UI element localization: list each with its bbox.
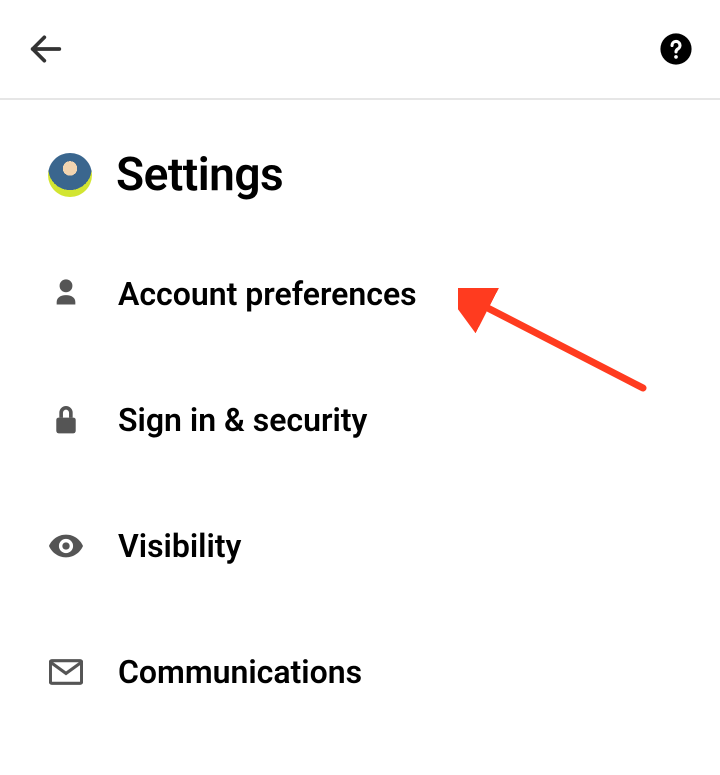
page-header: Settings xyxy=(0,100,720,202)
settings-menu: Account preferences Sign in & security V… xyxy=(0,258,720,762)
arrow-left-icon xyxy=(26,29,66,69)
help-circle-icon xyxy=(659,32,693,66)
menu-item-label: Sign in & security xyxy=(118,401,367,439)
menu-item-account-preferences[interactable]: Account preferences xyxy=(48,258,720,330)
menu-item-label: Visibility xyxy=(118,527,241,565)
menu-item-label: Communications xyxy=(118,653,362,691)
menu-item-communications[interactable]: Communications xyxy=(48,636,720,708)
eye-icon xyxy=(48,528,84,564)
back-button[interactable] xyxy=(24,27,68,71)
help-button[interactable] xyxy=(656,29,696,69)
menu-item-sign-in-security[interactable]: Sign in & security xyxy=(48,384,720,456)
mail-icon xyxy=(48,654,84,690)
page-title: Settings xyxy=(116,148,283,202)
menu-item-visibility[interactable]: Visibility xyxy=(48,510,720,582)
topbar xyxy=(0,0,720,100)
menu-item-label: Account preferences xyxy=(118,275,417,313)
avatar[interactable] xyxy=(48,153,92,197)
person-icon xyxy=(48,276,84,312)
lock-icon xyxy=(48,402,84,438)
